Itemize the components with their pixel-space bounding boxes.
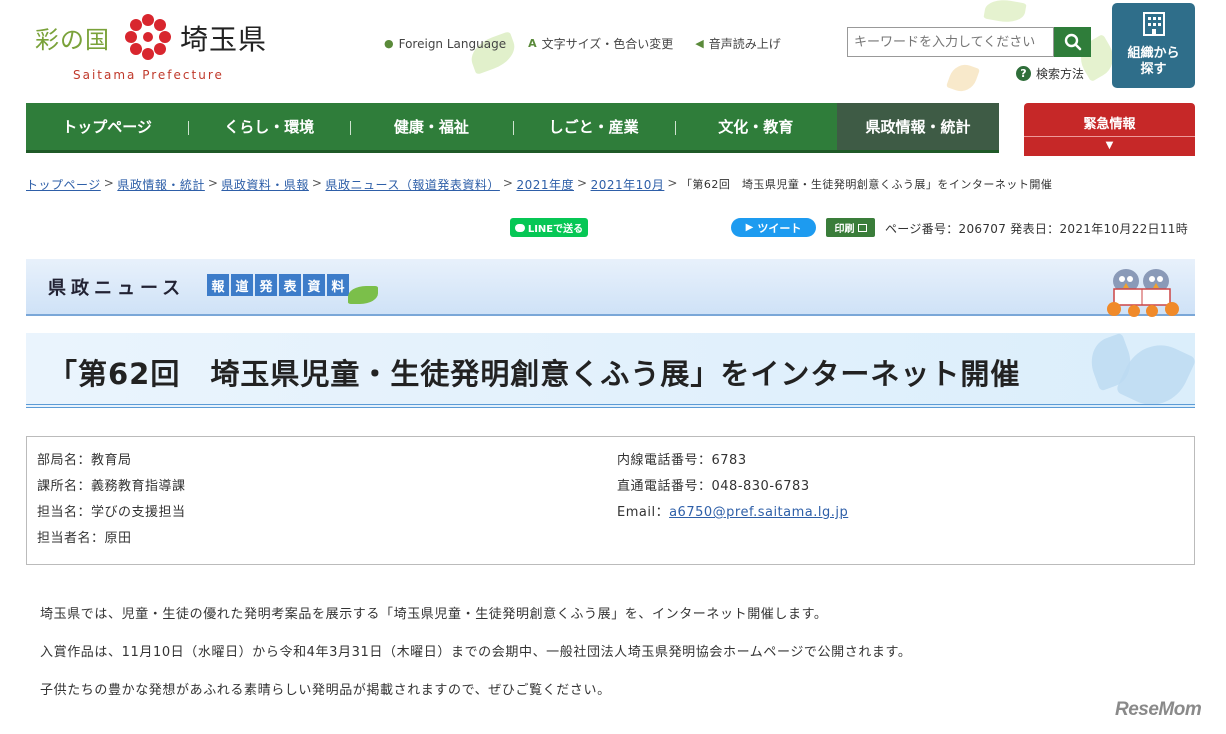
contact-extension: 内線電話番号：6783 [617,453,747,468]
contact-info-left: 部局名：教育局 課所名：義務教育指導課 担当名：学びの支援担当 担当者名：原田 [37,451,186,548]
search-input[interactable] [847,27,1054,57]
news-banner: 県政ニュース 報 道 発 表 資 料 [26,259,1195,317]
nav-item-health[interactable]: 健康・福祉 [350,103,512,150]
text-size-color-link[interactable]: A 文字サイズ・色合い変更 [528,35,673,52]
speaker-icon: ◀ [695,37,704,50]
breadcrumb-link[interactable]: 県政ニュース（報道発表資料） [325,176,499,193]
tweet-label: ツイート [757,221,802,235]
banner-leaf-icon [348,286,378,304]
emergency-info-button[interactable]: 緊急情報 ▼ [1024,103,1195,156]
press-release-tag: 表 [279,274,301,296]
breadcrumb-separator: > [207,176,219,190]
logo-saitama-ken: 埼玉県 [180,23,268,56]
contact-direct-phone: 直通電話番号：048-830-6783 [617,479,810,494]
nav-item-prefecture-info[interactable]: 県政情報・統計 [836,103,1000,150]
building-icon [1142,12,1165,36]
resemom-watermark: ReseMom [1115,699,1202,720]
site-header: 彩の国 埼玉県 Saitama Prefecture ● Foreign Lan… [0,0,1226,100]
logo-saino-kuni: 彩の国 [35,26,110,54]
press-release-tag: 報 [207,274,229,296]
print-icon [857,223,867,232]
nav-item-top[interactable]: トップページ [26,103,188,150]
site-logo[interactable]: 彩の国 埼玉県 Saitama Prefecture [35,10,275,88]
breadcrumb-separator: > [577,176,588,190]
contact-info-right: 内線電話番号：6783 直通電話番号：048-830-6783 Email： a… [617,451,848,522]
article-paragraph: 入賞作品は、11月10日（水曜日）から令和4年3月31日（木曜日）までの会期中、… [40,645,912,660]
kobato-logo-icon [125,14,171,60]
text-size-color-label: 文字サイズ・色合い変更 [541,37,674,51]
email-link[interactable]: a6750@pref.saitama.lg.jp [669,503,848,522]
article-body: 埼玉県では、児童・生徒の優れた発明考案品を展示する「埼玉県児童・生徒発明創意くふ… [40,605,911,700]
contact-section: 課所名：義務教育指導課 [37,479,186,494]
press-release-tag: 道 [231,274,253,296]
print-button[interactable]: 印刷 [826,218,875,237]
page-title-bar: 「第62回 埼玉県児童・生徒発明創意くふう展」をインターネット開催 [26,333,1195,408]
breadcrumb-link[interactable]: 2021年度 [516,176,574,193]
contact-email-row: Email： a6750@pref.saitama.lg.jp [617,503,848,522]
question-icon: ? [1016,66,1031,81]
decorative-leaf-icon [983,0,1027,26]
search-button[interactable] [1054,27,1091,57]
contact-department: 部局名：教育局 [37,453,132,468]
global-nav: トップページ くらし・環境 健康・福祉 しごと・産業 文化・教育 県政情報・統計 [26,103,1000,153]
org-search-label: 組織から探す [1127,46,1180,77]
news-banner-title: 県政ニュース [48,278,186,299]
contact-team: 担当名：学びの支援担当 [37,505,186,520]
decorative-leaf-icon [945,60,981,96]
caret-down-icon: ▼ [1105,140,1114,151]
press-release-tag: 料 [327,274,349,296]
read-aloud-label: 音声読み上げ [708,37,781,51]
contact-person: 担当者名：原田 [37,531,132,546]
line-icon [514,223,525,232]
breadcrumb-current: 「第62回 埼玉県児童・生徒発明創意くふう展」をインターネット開催 [680,178,1053,191]
bird-icon: ▶ [745,222,754,233]
breadcrumb-link[interactable]: 県政情報・統計 [117,176,205,193]
article-paragraph: 埼玉県では、児童・生徒の優れた発明考案品を展示する「埼玉県児童・生徒発明創意くふ… [40,607,828,622]
contact-info-box: 部局名：教育局 課所名：義務教育指導課 担当名：学びの支援担当 担当者名：原田 … [26,436,1195,565]
foreign-language-link[interactable]: ● Foreign Language [384,35,506,52]
logo-english: Saitama Prefecture [73,68,224,82]
tweet-button[interactable]: ▶ ツイート [731,218,816,237]
decorative-leaf-icon [1115,333,1195,404]
search-help-label: 検索方法 [1036,67,1085,81]
article-paragraph: 子供たちの豊かな発想があふれる素晴らしい発明品が掲載されますので、ぜひご覧くださ… [40,683,611,698]
print-label: 印刷 [834,224,855,235]
read-aloud-link[interactable]: ◀ 音声読み上げ [695,35,780,52]
page-title: 「第62回 埼玉県児童・生徒発明創意くふう展」をインターネット開催 [48,357,1021,391]
breadcrumb-link[interactable]: トップページ [26,176,101,193]
breadcrumb-separator: > [502,176,514,190]
breadcrumb-separator: > [311,176,323,190]
text-size-icon: A [528,37,537,50]
org-search-button[interactable]: 組織から探す [1112,3,1195,88]
nav-item-culture[interactable]: 文化・教育 [674,103,837,150]
emergency-info-label: 緊急情報 [1024,103,1195,137]
header-utility-links: ● Foreign Language A 文字サイズ・色合い変更 ◀ 音声読み上… [384,35,781,52]
page-meta: ページ番号：206707 発表日：2021年10月22日11時 [885,222,1189,236]
press-release-tags: 報 道 発 表 資 料 [207,274,349,296]
foreign-language-label: Foreign Language [398,36,507,51]
breadcrumb: トップページ > 県政情報・統計 > 県政資料・県報 > 県政ニュース（報道発表… [26,176,1052,193]
breadcrumb-separator: > [103,176,115,190]
line-share-button[interactable]: LINEで送る [510,218,588,237]
nav-item-life[interactable]: くらし・環境 [188,103,350,150]
search-icon [1064,33,1081,51]
press-release-tag: 発 [255,274,277,296]
breadcrumb-separator: > [667,176,678,190]
nav-item-work[interactable]: しごと・産業 [512,103,675,150]
email-label: Email： [617,505,670,520]
line-share-label: LINEで送る [527,224,584,235]
breadcrumb-link[interactable]: 県政資料・県報 [221,176,309,193]
search-help-link[interactable]: ? 検索方法 [1016,65,1084,82]
breadcrumb-link[interactable]: 2021年10月 [591,176,665,193]
globe-icon: ● [384,37,394,50]
kobaton-mascot-icon [1107,269,1179,317]
press-release-tag: 資 [303,274,325,296]
